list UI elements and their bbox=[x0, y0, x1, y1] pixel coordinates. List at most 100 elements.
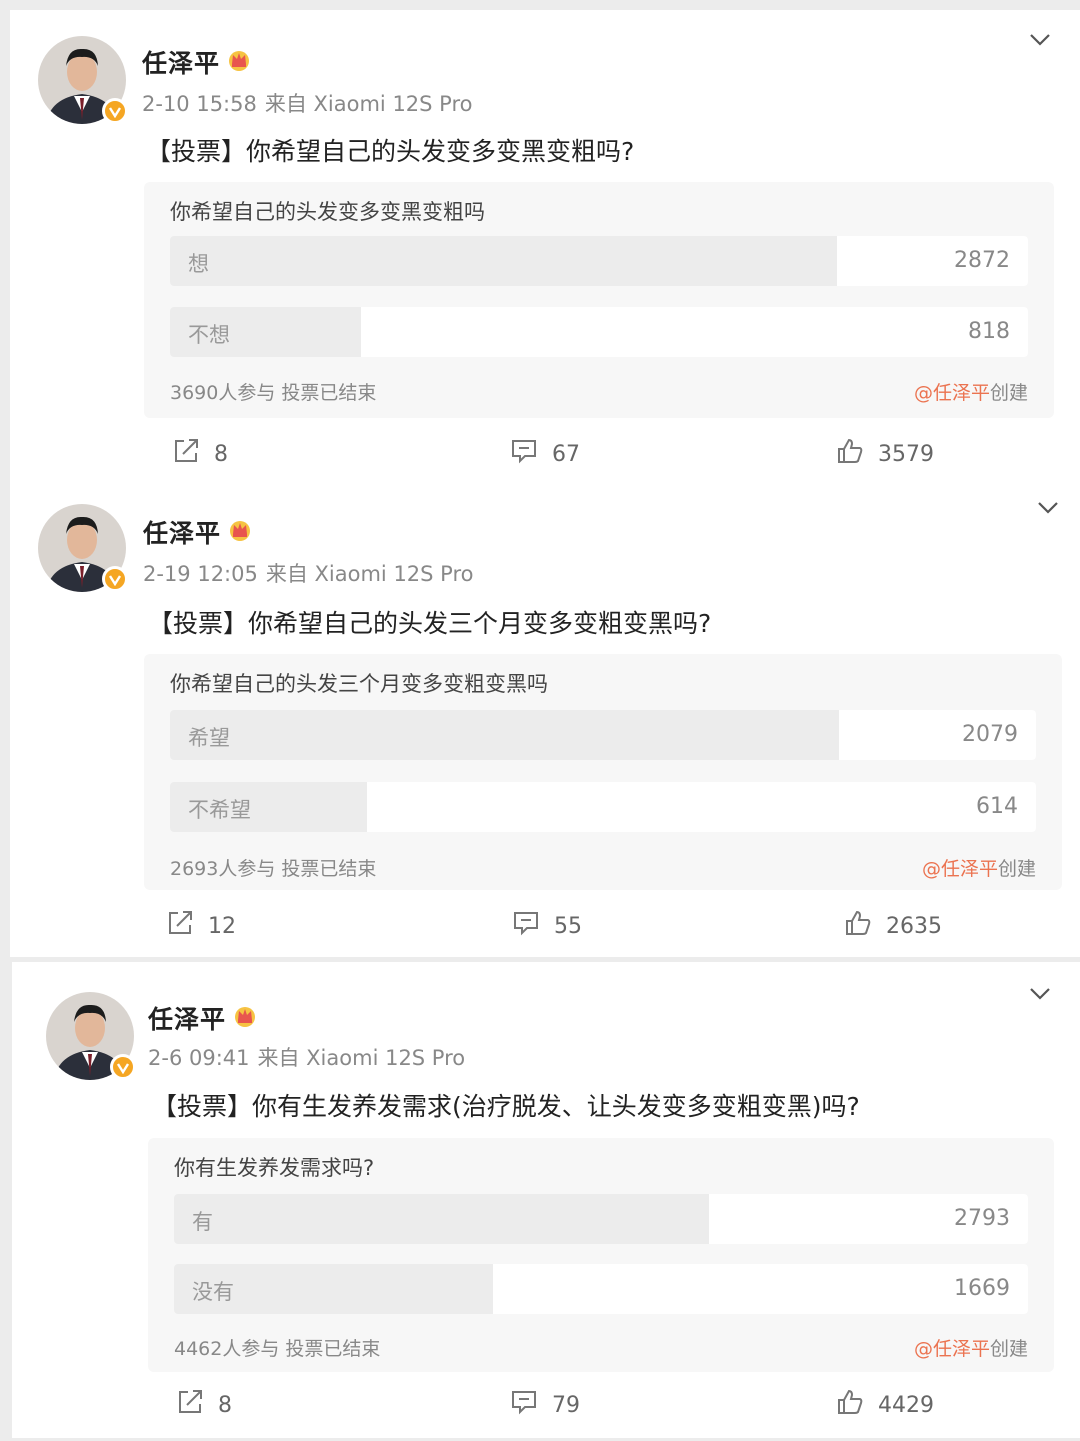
poll-option-count: 2079 bbox=[962, 722, 1018, 747]
poll-option-bar bbox=[170, 236, 837, 286]
post-card: 任泽平 2-6 09:41 来自 Xiaomi 12S Pro 【投票】你有生发养发需… bbox=[12, 962, 1080, 1438]
poll-status: 投票已结束 bbox=[281, 382, 377, 404]
post-source: 来自 Xiaomi 12S Pro bbox=[265, 562, 474, 586]
poll-participants: 3690人参与 bbox=[170, 382, 276, 404]
poll-option-count: 818 bbox=[968, 319, 1010, 344]
crown-icon bbox=[226, 48, 252, 78]
poll-creator: @任泽平创建 bbox=[914, 1334, 1028, 1361]
post-title: 【投票】你希望自己的头发变多变黑变粗吗? bbox=[146, 137, 635, 166]
post-time[interactable]: 2-6 09:41 bbox=[148, 1046, 250, 1070]
verified-badge-icon bbox=[102, 566, 128, 592]
author-name-text: 任泽平 bbox=[142, 49, 221, 78]
chevron-down-icon[interactable] bbox=[1036, 500, 1062, 520]
repost-button[interactable]: 8 bbox=[176, 1388, 232, 1422]
avatar[interactable] bbox=[46, 992, 136, 1080]
poll-option-label: 不想 bbox=[188, 323, 230, 347]
share-square-icon bbox=[166, 909, 208, 943]
creator-suffix: 创建 bbox=[997, 858, 1036, 880]
poll-option-label: 没有 bbox=[192, 1280, 234, 1304]
poll-card: 你有生发养发需求吗? 有 2793 没有 1669 4462人参与 投票已结束 @任泽平创建 bbox=[148, 1138, 1054, 1372]
repost-count: 8 bbox=[214, 441, 228, 467]
poll-option[interactable]: 不希望 614 bbox=[170, 782, 1036, 832]
poll-footer: 4462人参与 投票已结束 bbox=[174, 1334, 380, 1361]
comment-button[interactable]: 55 bbox=[512, 909, 582, 943]
poll-option-count: 2872 bbox=[954, 248, 1010, 273]
poll-option[interactable]: 希望 2079 bbox=[170, 710, 1036, 760]
poll-participants: 4462人参与 bbox=[174, 1338, 280, 1360]
author-name[interactable]: 任泽平 bbox=[142, 44, 252, 80]
poll-creator: @任泽平创建 bbox=[914, 378, 1028, 405]
comment-count: 55 bbox=[554, 913, 582, 939]
poll-question: 你希望自己的头发三个月变多变粗变黑吗 bbox=[170, 672, 548, 696]
like-count: 3579 bbox=[878, 441, 934, 467]
like-button[interactable]: 3579 bbox=[836, 437, 934, 471]
poll-option-count: 1669 bbox=[954, 1276, 1010, 1301]
repost-count: 8 bbox=[218, 1392, 232, 1418]
poll-option-count: 614 bbox=[976, 794, 1018, 819]
post-card: 任泽平 2-10 15:58 来自 Xiaomi 12S Pro 【投票】你希望自己的… bbox=[10, 10, 1080, 495]
post-title: 【投票】你有生发养发需求(治疗脱发、让头发变多变粗变黑)吗? bbox=[152, 1092, 860, 1121]
poll-status: 投票已结束 bbox=[281, 858, 377, 880]
chevron-down-icon[interactable] bbox=[1028, 986, 1054, 1006]
creator-link[interactable]: @任泽平 bbox=[922, 858, 998, 880]
post-meta: 2-19 12:05 来自 Xiaomi 12S Pro bbox=[143, 558, 473, 588]
poll-option[interactable]: 不想 818 bbox=[170, 307, 1028, 357]
poll-option[interactable]: 想 2872 bbox=[170, 236, 1028, 286]
crown-icon bbox=[227, 518, 253, 548]
share-square-icon bbox=[176, 1388, 218, 1422]
crown-icon bbox=[232, 1004, 258, 1034]
comment-bubble-icon bbox=[510, 1388, 552, 1422]
like-count: 2635 bbox=[886, 913, 942, 939]
comment-bubble-icon bbox=[510, 437, 552, 471]
poll-option[interactable]: 有 2793 bbox=[174, 1194, 1028, 1244]
comment-button[interactable]: 67 bbox=[510, 437, 580, 471]
creator-link[interactable]: @任泽平 bbox=[914, 382, 990, 404]
poll-option-label: 不希望 bbox=[188, 798, 251, 822]
poll-option-label: 希望 bbox=[188, 726, 230, 750]
thumbs-up-icon bbox=[836, 437, 878, 471]
author-name[interactable]: 任泽平 bbox=[148, 1000, 258, 1036]
verified-badge-icon bbox=[110, 1054, 136, 1080]
poll-participants: 2693人参与 bbox=[170, 858, 276, 880]
author-name[interactable]: 任泽平 bbox=[143, 514, 253, 550]
post-title: 【投票】你希望自己的头发三个月变多变粗变黑吗? bbox=[148, 609, 712, 638]
like-count: 4429 bbox=[878, 1392, 934, 1418]
poll-option-bar bbox=[170, 710, 839, 760]
thumbs-up-icon bbox=[844, 909, 886, 943]
poll-option-label: 有 bbox=[192, 1210, 213, 1234]
repost-button[interactable]: 12 bbox=[166, 909, 236, 943]
poll-footer: 3690人参与 投票已结束 bbox=[170, 378, 376, 405]
like-button[interactable]: 4429 bbox=[836, 1388, 934, 1422]
post-time[interactable]: 2-10 15:58 bbox=[142, 92, 257, 116]
poll-question: 你希望自己的头发变多变黑变粗吗 bbox=[170, 200, 485, 224]
repost-count: 12 bbox=[208, 913, 236, 939]
creator-suffix: 创建 bbox=[989, 1338, 1028, 1360]
post-card: 任泽平 2-19 12:05 来自 Xiaomi 12S Pro 【投票】你希望自己的… bbox=[10, 492, 1080, 957]
chevron-down-icon[interactable] bbox=[1028, 32, 1054, 52]
creator-suffix: 创建 bbox=[989, 382, 1028, 404]
poll-option-label: 想 bbox=[188, 252, 209, 276]
like-button[interactable]: 2635 bbox=[844, 909, 942, 943]
repost-button[interactable]: 8 bbox=[172, 437, 228, 471]
poll-option-bar bbox=[174, 1194, 709, 1244]
author-name-text: 任泽平 bbox=[143, 519, 222, 548]
comment-button[interactable]: 79 bbox=[510, 1388, 580, 1422]
avatar[interactable] bbox=[38, 504, 128, 592]
avatar[interactable] bbox=[38, 36, 128, 124]
comment-count: 67 bbox=[552, 441, 580, 467]
verified-badge-icon bbox=[102, 98, 128, 124]
creator-link[interactable]: @任泽平 bbox=[914, 1338, 990, 1360]
post-meta: 2-6 09:41 来自 Xiaomi 12S Pro bbox=[148, 1042, 465, 1072]
poll-card: 你希望自己的头发变多变黑变粗吗想 2872 不想 818 3690人参与 投票已结束 @任泽… bbox=[144, 182, 1054, 418]
post-source: 来自 Xiaomi 12S Pro bbox=[257, 1046, 466, 1070]
comment-bubble-icon bbox=[512, 909, 554, 943]
poll-footer: 2693人参与 投票已结束 bbox=[170, 854, 376, 881]
poll-status: 投票已结束 bbox=[285, 1338, 381, 1360]
poll-card: 你希望自己的头发三个月变多变粗变黑吗希望 2079 不希望 614 2693人参与 投票已… bbox=[144, 654, 1062, 890]
thumbs-up-icon bbox=[836, 1388, 878, 1422]
poll-question: 你有生发养发需求吗? bbox=[174, 1156, 375, 1180]
share-square-icon bbox=[172, 437, 214, 471]
poll-option[interactable]: 没有 1669 bbox=[174, 1264, 1028, 1314]
poll-option-count: 2793 bbox=[954, 1206, 1010, 1231]
post-time[interactable]: 2-19 12:05 bbox=[143, 562, 258, 586]
